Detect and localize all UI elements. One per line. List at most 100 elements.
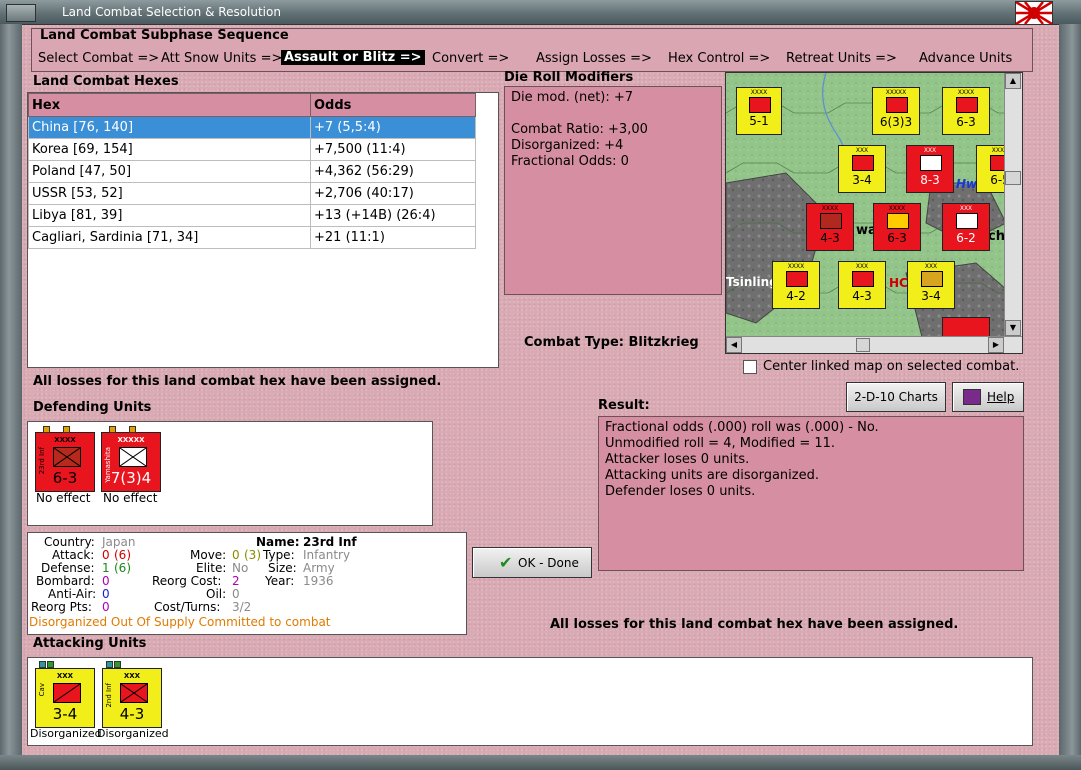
map-counter[interactable]: XXXX 5-1 (736, 87, 782, 135)
odds-cell: +2,706 (40:17) (310, 182, 476, 205)
map-horizontal-scrollbar[interactable]: ◀ ▶ (726, 336, 1022, 353)
table-row[interactable]: Poland [47, 50] +4,362 (56:29) (28, 160, 476, 183)
scroll-left-icon[interactable]: ◀ (726, 337, 742, 353)
result-heading: Result: (598, 398, 650, 413)
scroll-down-icon[interactable]: ▼ (1005, 320, 1021, 336)
hex-cell: Cagliari, Sardinia [71, 34] (28, 226, 311, 249)
map-label-ch: ch (988, 229, 1005, 244)
map-counter[interactable]: XXXX 4-3 (806, 203, 854, 251)
supply-marker (47, 661, 54, 668)
modifiers-heading: Die Roll Modifiers (504, 70, 634, 85)
charts-button[interactable]: 2-D-10 Charts (846, 382, 946, 412)
map-counter[interactable]: XXX 4-3 (838, 261, 886, 309)
hex-cell: Korea [69, 154] (28, 138, 311, 161)
help-button-label: Help (987, 390, 1015, 404)
window-menu-button[interactable] (6, 4, 36, 22)
modifier-spacer (511, 106, 648, 122)
odds-cell: +13 (+14B) (26:4) (310, 204, 476, 227)
step-assault-or-blitz[interactable]: Assault or Blitz => (281, 50, 425, 65)
odds-cell: +21 (11:1) (310, 226, 476, 249)
hexes-table-panel: Hex Odds China [76, 140] +7 (5,5:4) Korea… (27, 92, 499, 368)
window-title: Land Combat Selection & Resolution (62, 5, 281, 19)
combat-type-label: Combat Type: (524, 335, 624, 350)
center-map-checkbox[interactable] (743, 360, 757, 374)
table-row[interactable]: Cagliari, Sardinia [71, 34] +21 (11:1) (28, 226, 476, 249)
hex-cell: USSR [53, 52] (28, 182, 311, 205)
table-row[interactable]: USSR [53, 52] +2,706 (40:17) (28, 182, 476, 205)
map-counter[interactable]: XXX 3-4 (907, 261, 955, 309)
help-button[interactable]: Help (952, 382, 1024, 412)
unit-counter-2nd-inf[interactable]: XXX 2nd Inf 4-3 (102, 661, 162, 728)
map-vertical-scrollbar[interactable]: ▲ ▼ (1004, 73, 1022, 336)
modifier-net: Die mod. (net): +7 (511, 90, 634, 105)
table-row[interactable]: Korea [69, 154] +7,500 (11:4) (28, 138, 476, 161)
odds-cell: +7 (5,5:4) (310, 116, 476, 139)
unit-status: Disorganized (30, 727, 102, 740)
year-value: 1936 (303, 574, 334, 588)
step-retreat-units[interactable]: Retreat Units => (786, 51, 897, 66)
losses-status-bottom: All losses for this land combat hex have… (550, 617, 959, 632)
ok-done-button[interactable]: ✔ OK - Done (472, 547, 592, 578)
scroll-thumb[interactable] (856, 338, 870, 352)
japan-flag-icon (1015, 1, 1053, 25)
unit-status: No effect (103, 491, 158, 505)
linked-map[interactable]: wa Hw ch Tsinling HC XXXX 5-1 XXXXX 6(3)… (725, 72, 1023, 354)
table-row[interactable]: Libya [81, 39] +13 (+14B) (26:4) (28, 204, 476, 227)
modifiers-panel: Die mod. (net): +7 Combat Ratio: +3,00 D… (504, 86, 722, 295)
checkmark-icon: ✔ (499, 553, 513, 572)
window-frame-right (1059, 24, 1081, 770)
map-counter[interactable]: XXXX 6-3 (873, 203, 921, 251)
window-frame-bottom (0, 755, 1081, 770)
losses-status-top: All losses for this land combat hex have… (33, 374, 442, 389)
step-advance-units[interactable]: Advance Units (919, 51, 1012, 66)
unit-counter-23rd-inf[interactable]: XXXX 23rd Inf 6-3 (35, 426, 95, 492)
combat-type-value: Blitzkrieg (628, 335, 699, 350)
odds-cell: +4,362 (56:29) (310, 160, 476, 183)
map-counter[interactable]: XXX 8-3 (906, 145, 954, 193)
cost-turns-value: 3/2 (232, 600, 252, 614)
table-row[interactable]: China [76, 140] +7 (5,5:4) (28, 116, 476, 139)
odds-cell: +7,500 (11:4) (310, 138, 476, 161)
step-convert[interactable]: Convert => (432, 51, 509, 66)
reorg-pts-label: Reorg Pts: (31, 600, 92, 614)
map-counter[interactable]: XXXX 6-3 (942, 87, 990, 135)
supply-marker (39, 661, 46, 668)
scroll-right-icon[interactable]: ▶ (988, 337, 1004, 353)
infantry-symbol-icon (120, 683, 148, 703)
supply-marker (114, 661, 121, 668)
window-frame-left (0, 24, 22, 770)
hq-symbol-icon (119, 447, 147, 467)
hexes-heading: Land Combat Hexes (33, 74, 179, 89)
step-hex-control[interactable]: Hex Control => (668, 51, 770, 66)
window-titlebar[interactable]: Land Combat Selection & Resolution (0, 0, 1081, 25)
modifier-combat-ratio: Combat Ratio: +3,00 (511, 122, 648, 137)
year-label: Year: (265, 574, 295, 588)
column-header-hex[interactable]: Hex (28, 93, 311, 117)
supply-marker (106, 661, 113, 668)
defense-mod: (6) (114, 561, 131, 575)
map-counter[interactable]: XXXXX 6(3)3 (872, 87, 920, 135)
scroll-up-icon[interactable]: ▲ (1005, 73, 1021, 89)
unit-status: No effect (36, 491, 91, 505)
cavalry-symbol-icon (53, 683, 81, 703)
supply-marker (129, 426, 136, 433)
scroll-thumb[interactable] (1005, 171, 1021, 185)
unit-counter-cav[interactable]: XXX Cav 3-4 (35, 661, 95, 728)
step-select-combat[interactable]: Select Combat => (38, 51, 159, 66)
modifier-disorganized: Disorganized: +4 (511, 138, 624, 153)
map-counter[interactable]: XXX 6-2 (942, 203, 990, 251)
unit-counter-yamashita[interactable]: XXXXX Yamashita 7(3)4 (101, 426, 161, 492)
hexes-table: Hex Odds China [76, 140] +7 (5,5:4) Korea… (28, 93, 476, 249)
map-counter[interactable]: XXX 3-4 (838, 145, 886, 193)
map-label-hw: Hw (956, 177, 978, 191)
column-header-odds[interactable]: Odds (310, 93, 476, 117)
center-map-label[interactable]: Center linked map on selected combat. (763, 359, 1019, 374)
hex-cell: Libya [81, 39] (28, 204, 311, 227)
defending-heading: Defending Units (33, 400, 152, 415)
supply-marker (43, 426, 50, 433)
step-att-snow-units[interactable]: Att Snow Units => (161, 51, 282, 66)
infantry-symbol-icon (53, 447, 81, 467)
hexes-header-row: Hex Odds (28, 93, 476, 117)
step-assign-losses[interactable]: Assign Losses => (536, 51, 652, 66)
map-counter[interactable]: XXXX 4-2 (772, 261, 820, 309)
